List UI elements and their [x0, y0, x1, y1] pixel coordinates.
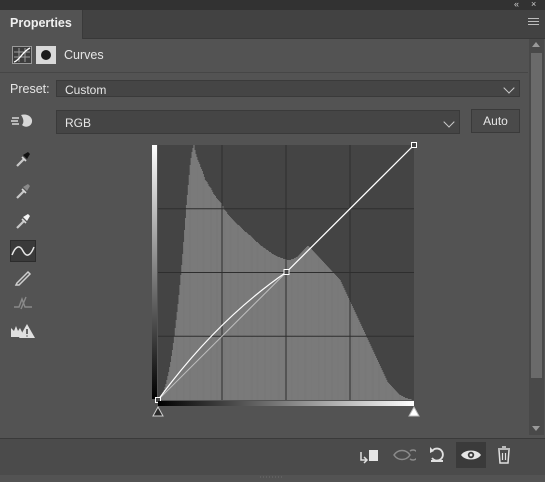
reset-adjustment-icon[interactable] — [423, 442, 451, 468]
curve-point[interactable] — [411, 142, 417, 148]
view-previous-state-icon[interactable] — [390, 442, 418, 468]
resize-grip[interactable] — [258, 468, 286, 478]
panel-menu-icon[interactable] — [528, 18, 539, 26]
collapse-panel-icon[interactable]: « — [514, 0, 519, 9]
scrollbar-thumb[interactable] — [531, 53, 542, 378]
tab-properties-label: Properties — [10, 16, 72, 30]
clipping-warning-icon[interactable] — [10, 320, 36, 342]
black-point-slider[interactable] — [152, 405, 164, 417]
toggle-visibility-icon[interactable] — [456, 442, 486, 468]
close-panel-icon[interactable]: × — [531, 0, 536, 9]
smooth-curve-icon[interactable] — [10, 292, 36, 314]
chevron-down-icon — [503, 82, 515, 94]
channel-select-value: RGB — [65, 116, 92, 130]
adjustment-title: Curves — [64, 48, 104, 62]
scroll-up-icon[interactable] — [532, 42, 540, 47]
black-point-eyedropper-icon[interactable] — [10, 148, 36, 170]
curves-graph[interactable] — [150, 142, 420, 418]
output-gradient-bar — [152, 145, 157, 399]
preset-select-value: Custom — [65, 83, 107, 97]
clip-to-layer-icon[interactable] — [355, 442, 383, 468]
preset-label: Preset: — [10, 82, 50, 96]
curve-point[interactable] — [283, 269, 290, 275]
panel-top-strip: « × — [0, 0, 545, 10]
histogram-bin — [410, 399, 412, 400]
delete-adjustment-icon[interactable] — [490, 442, 518, 468]
auto-button[interactable]: Auto — [471, 109, 520, 133]
white-point-eyedropper-icon[interactable] — [10, 210, 36, 232]
scroll-down-icon[interactable] — [532, 426, 540, 431]
on-image-adjust-icon[interactable] — [10, 110, 36, 132]
white-point-slider[interactable] — [408, 405, 420, 417]
curves-adjustment-icon — [12, 46, 32, 64]
pencil-icon[interactable] — [10, 266, 36, 288]
layer-mask-icon[interactable] — [36, 46, 56, 64]
curve-points-icon[interactable] — [10, 240, 36, 262]
preset-select[interactable]: Custom — [56, 80, 520, 97]
header-divider — [0, 72, 528, 73]
gray-point-eyedropper-icon[interactable] — [10, 180, 36, 202]
chevron-down-icon — [443, 116, 455, 128]
channel-select[interactable]: RGB — [56, 110, 460, 134]
input-gradient-bar — [158, 401, 414, 406]
